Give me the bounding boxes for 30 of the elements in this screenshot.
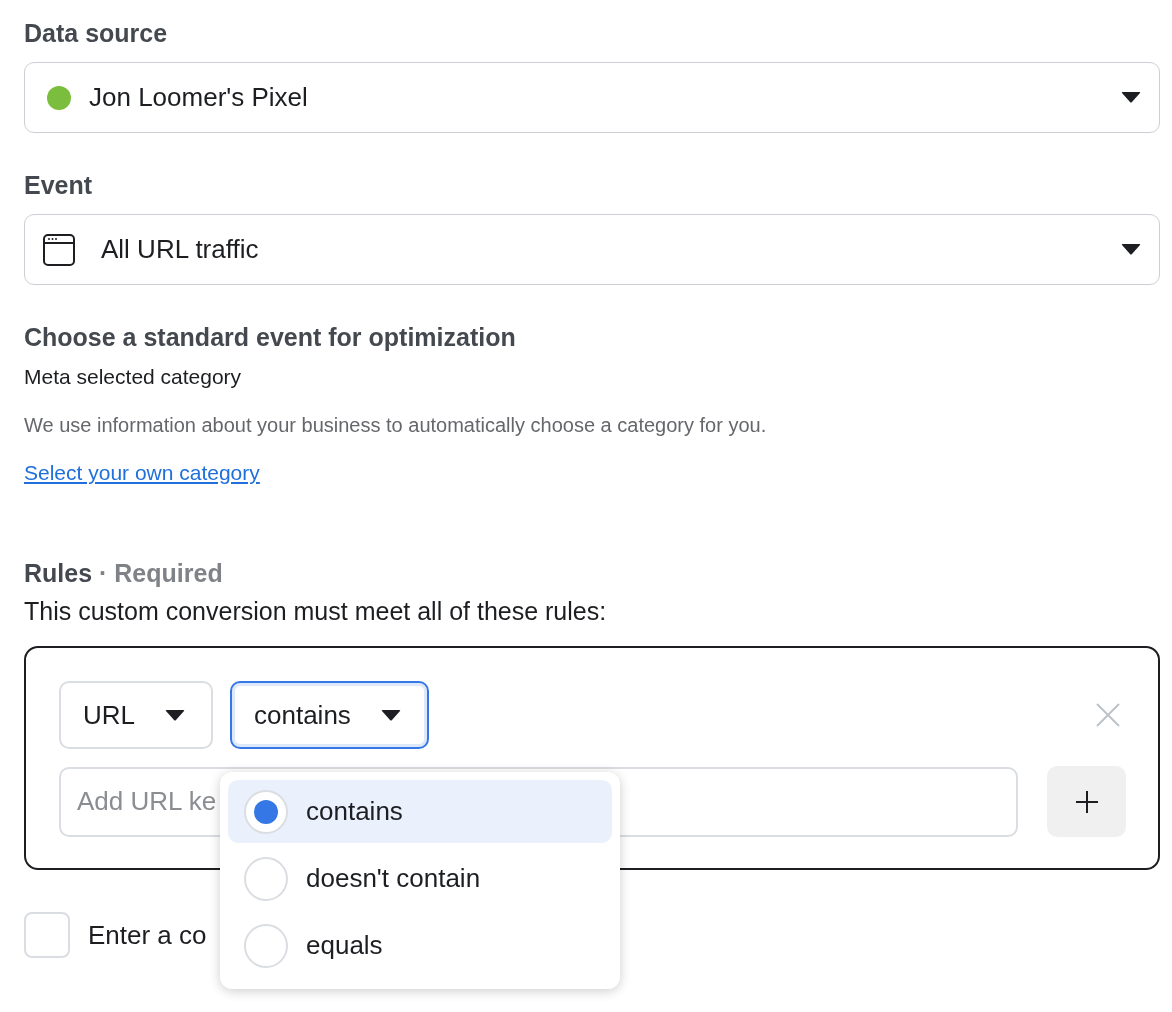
caret-icon [1121, 92, 1141, 103]
close-icon[interactable] [1096, 703, 1120, 727]
radio-button[interactable] [244, 923, 288, 968]
category-label: Meta selected category [24, 364, 243, 390]
select-category-link[interactable]: Select your own category [24, 460, 260, 486]
status-dot-icon [47, 85, 71, 110]
field-label: Data source [24, 18, 169, 48]
plus-icon [1075, 790, 1098, 813]
event-dropdown[interactable]: All URL traffic [24, 214, 1160, 285]
field-dropdown[interactable]: URL [59, 681, 213, 749]
radio-button[interactable] [244, 856, 288, 901]
operator-dropdown[interactable]: contains [230, 681, 429, 749]
field-label: Event [24, 170, 94, 200]
required-label: · Required [98, 559, 223, 587]
caret-icon [1121, 244, 1141, 255]
menu-option[interactable]: doesn't contain [228, 847, 612, 910]
caret-icon [165, 709, 185, 721]
menu-option[interactable]: contains [228, 780, 612, 843]
data-source-dropdown[interactable]: Jon Loomer's Pixel [24, 62, 1160, 133]
checkbox-label: Enter a co [88, 919, 207, 951]
browser-window-icon [43, 233, 75, 266]
radio-button[interactable] [244, 789, 288, 834]
section-heading: Choose a standard event for optimization [24, 322, 517, 352]
description-text: This custom conversion must meet all of these rules: [24, 596, 608, 626]
caret-icon [380, 709, 401, 721]
description-text: We use information about your business to automatically choose a category for you. [24, 413, 768, 438]
add-button[interactable] [1047, 766, 1126, 837]
menu-option[interactable]: equals [228, 914, 612, 977]
section-heading: Rules [24, 559, 93, 587]
checkbox[interactable] [24, 912, 70, 958]
